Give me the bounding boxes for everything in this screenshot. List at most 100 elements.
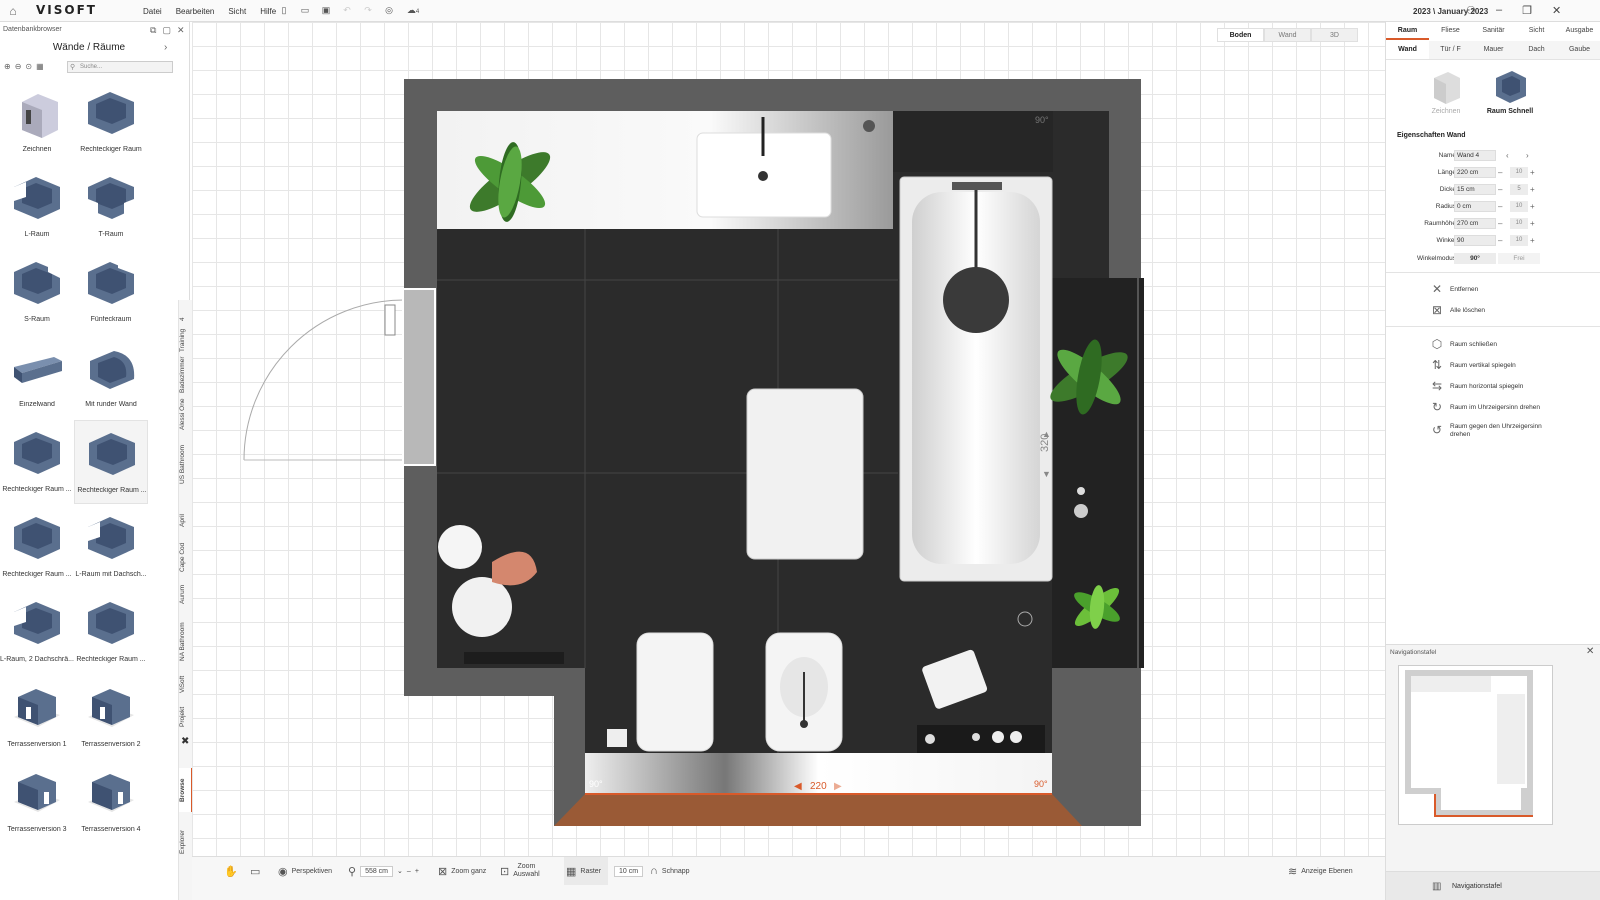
increment-button[interactable]: + — [1530, 184, 1539, 195]
hand-pan-icon[interactable]: ✋ — [224, 865, 238, 878]
zoom-select[interactable]: 558 cm — [360, 865, 394, 877]
step-field[interactable]: 10 — [1510, 201, 1528, 212]
delete-all-button[interactable]: ⊠ Alle löschen — [1430, 303, 1485, 317]
subtab-tuer[interactable]: Tür / F — [1429, 41, 1472, 59]
grid-toggle[interactable]: ▦ Raster — [564, 857, 608, 885]
zoom-selection-button[interactable]: ⊡ Zoom Auswahl — [500, 857, 540, 885]
subtab-mauer[interactable]: Mauer — [1472, 41, 1515, 59]
close-room-button[interactable]: ⬡ Raum schließen — [1430, 337, 1497, 351]
mode-quick-room[interactable]: Raum Schnell — [1482, 68, 1538, 118]
zoom-out-icon[interactable]: ⊖ — [15, 62, 22, 71]
tab-boden[interactable]: Boden — [1217, 28, 1264, 42]
subtab-dach[interactable]: Dach — [1515, 41, 1558, 59]
minimize-icon[interactable]: – — [1496, 4, 1502, 17]
property-value-field[interactable]: 15 cm — [1454, 184, 1496, 195]
room-template-item[interactable]: Terrassenversion 4 — [74, 760, 148, 844]
room-template-item[interactable]: Terrassenversion 2 — [74, 675, 148, 759]
undock-icon[interactable]: ⧉ — [150, 25, 156, 36]
step-field[interactable]: 10 — [1510, 167, 1528, 178]
property-value-field[interactable]: 220 cm — [1454, 167, 1496, 178]
grid-size-field[interactable]: 10 cm — [614, 865, 644, 877]
open-folder-icon[interactable]: ▭ — [299, 5, 311, 16]
menu-sicht[interactable]: Sicht — [228, 7, 246, 16]
room-template-item[interactable]: Einzelwand — [0, 335, 74, 419]
close-window-icon[interactable]: ✕ — [1552, 4, 1561, 17]
snap-toggle[interactable]: ∩ Schnapp — [650, 857, 690, 885]
room-template-item[interactable]: Terrassenversion 1 — [0, 675, 74, 759]
vtab-item[interactable]: Projekt — [179, 704, 193, 730]
room-template-item[interactable]: T-Raum — [74, 165, 148, 249]
increment-button[interactable]: + — [1530, 218, 1539, 229]
close-nav-icon[interactable]: ✕ — [1586, 646, 1594, 657]
floor-plan-canvas[interactable]: 320 ▲ ▼ ◀ 220 ▶ 90° 90° 90° — [192, 22, 1385, 856]
layers-button[interactable]: ≋ Anzeige Ebenen — [1288, 857, 1353, 885]
globe-icon[interactable]: ◎ — [383, 5, 395, 16]
user-icon[interactable]: ⚇ — [1466, 4, 1476, 17]
room-template-item[interactable]: Rechteckiger Raum — [74, 80, 148, 164]
minimap[interactable] — [1398, 665, 1553, 825]
room-template-item[interactable]: Zeichnen — [0, 80, 74, 164]
zoom-reset-icon[interactable]: ⊙ — [25, 62, 32, 71]
menu-hilfe[interactable]: Hilfe — [260, 7, 276, 16]
tab-wand[interactable]: Wand — [1264, 28, 1311, 42]
property-value-field[interactable]: Wand 4 — [1454, 150, 1496, 161]
increment-button[interactable]: + — [1530, 235, 1539, 246]
room-template-item[interactable]: L-Raum mit Dachsch... — [74, 505, 148, 589]
mirror-vertical-button[interactable]: ⇅ Raum vertikal spiegeln — [1430, 358, 1516, 372]
vtab-item[interactable]: Browse — [179, 768, 193, 812]
chevron-down-icon[interactable]: ⌄ — [397, 867, 403, 875]
property-value-field[interactable]: 90 — [1454, 235, 1496, 246]
rotate-ccw-button[interactable]: ↺ Raum gegen den Uhrzeigersinn drehen — [1430, 423, 1550, 439]
subtab-wand[interactable]: Wand — [1386, 41, 1429, 59]
room-template-item[interactable]: L-Raum, 2 Dachschrä... — [0, 590, 74, 674]
cloud-icon[interactable]: ☁4 — [404, 5, 422, 16]
increment-button[interactable]: + — [1530, 201, 1539, 212]
decrement-button[interactable]: – — [1498, 218, 1507, 229]
restore-icon[interactable]: ❐ — [1522, 4, 1532, 17]
mode-draw[interactable]: Zeichnen — [1418, 68, 1474, 118]
room-template-item[interactable]: Rechteckiger Raum ... — [74, 420, 148, 504]
angle-mode-90[interactable]: 90° — [1454, 253, 1496, 264]
tab-sanitaer[interactable]: Sanitär — [1472, 22, 1515, 40]
step-field[interactable]: 5 — [1510, 184, 1528, 195]
subtab-gaube[interactable]: Gaube — [1558, 41, 1600, 59]
redo-icon[interactable]: ↷ — [362, 5, 374, 16]
search-input[interactable]: ⚲ Suche... — [67, 61, 173, 73]
increment-button[interactable]: + — [1530, 167, 1539, 178]
tools-x-icon[interactable]: ✖ — [181, 736, 189, 747]
close-panel-icon[interactable]: ✕ — [177, 25, 185, 36]
save-icon[interactable]: ▣ — [320, 5, 332, 16]
zoom-out-button[interactable]: – — [407, 868, 411, 875]
property-value-field[interactable]: 0 cm — [1454, 201, 1496, 212]
step-field[interactable]: 10 — [1510, 235, 1528, 246]
prev-wall-icon[interactable]: ‹ — [1506, 150, 1515, 161]
vtab-item[interactable]: US Bathroom — [179, 440, 193, 488]
room-template-item[interactable]: Terrassenversion 3 — [0, 760, 74, 844]
mirror-horizontal-button[interactable]: ⇆ Raum horizontal spiegeln — [1430, 379, 1523, 393]
vtab-item[interactable]: Cape Cod — [179, 540, 193, 574]
property-value-field[interactable]: 270 cm — [1454, 218, 1496, 229]
vtab-item[interactable]: Training — [179, 326, 193, 354]
tab-fliese[interactable]: Fliese — [1429, 22, 1472, 40]
new-file-icon[interactable]: ▯ — [278, 5, 290, 16]
vtab-item[interactable]: Badezimmer — [179, 356, 193, 394]
ruler-icon[interactable]: ▭ — [250, 865, 260, 878]
decrement-button[interactable]: – — [1498, 184, 1507, 195]
vtab-item[interactable]: Alessi One — [179, 396, 193, 432]
vtab-item[interactable]: April — [179, 510, 193, 530]
pin-icon[interactable]: ▢ — [162, 25, 171, 36]
view-mode-icon[interactable]: ▦ — [36, 62, 44, 71]
home-icon[interactable]: ⌂ — [6, 4, 20, 18]
perspectives-button[interactable]: ◉ Perspektiven — [278, 857, 332, 885]
decrement-button[interactable]: – — [1498, 201, 1507, 212]
next-wall-icon[interactable]: › — [1526, 150, 1535, 161]
rotate-cw-button[interactable]: ↻ Raum im Uhrzeigersinn drehen — [1430, 400, 1540, 414]
room-template-item[interactable]: Fünfeckraum — [74, 250, 148, 334]
room-template-item[interactable]: Rechteckiger Raum ... — [0, 420, 74, 504]
vtab-item[interactable]: Explorer — [179, 822, 193, 862]
menu-bearbeiten[interactable]: Bearbeiten — [176, 7, 215, 16]
tab-raum[interactable]: Raum — [1386, 22, 1429, 40]
room-template-item[interactable]: L-Raum — [0, 165, 74, 249]
nav-footer[interactable]: ▥ Navigationstafel — [1386, 871, 1600, 900]
menu-datei[interactable]: Datei — [143, 7, 162, 16]
